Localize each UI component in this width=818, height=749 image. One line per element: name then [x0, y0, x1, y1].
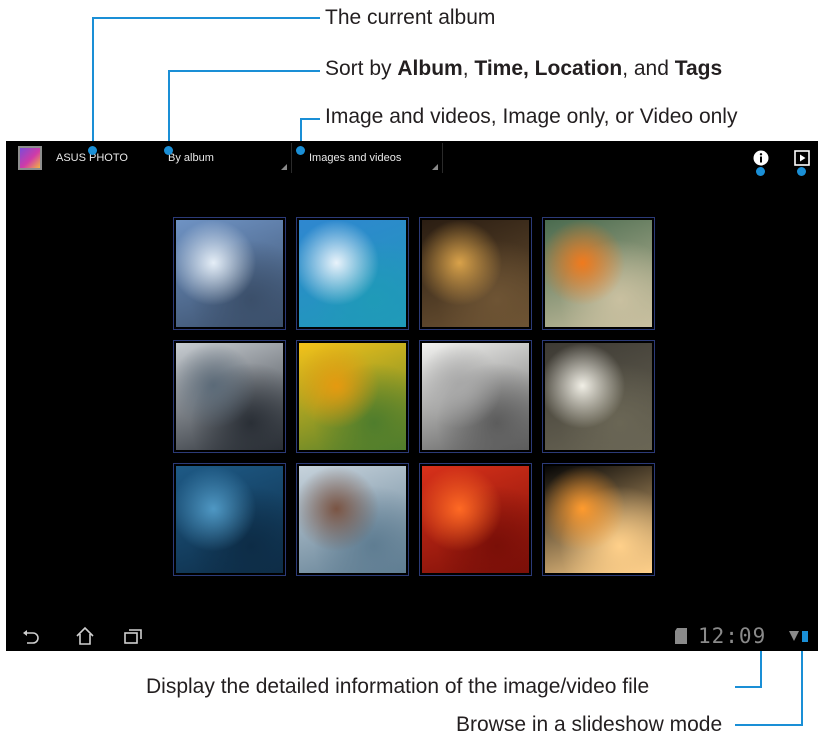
- callout-dot-filter: [296, 146, 305, 155]
- photo-image: [422, 466, 529, 573]
- callout-details: Display the detailed information of the …: [146, 675, 650, 698]
- back-icon[interactable]: [20, 625, 42, 647]
- callout-current-album: The current album: [325, 6, 496, 29]
- callout-dot-album: [88, 146, 97, 155]
- media-filter-spinner[interactable]: Images and videos: [301, 143, 443, 173]
- home-icon[interactable]: [74, 625, 96, 647]
- sort-time-location-bold: Time, Location: [474, 57, 623, 80]
- photo-thumbnail[interactable]: [296, 463, 409, 576]
- callout-slideshow: Browse in a slideshow mode: [456, 713, 723, 736]
- photo-image: [299, 466, 406, 573]
- photo-image: [299, 220, 406, 327]
- callout-filter: Image and videos, Image only, or Video o…: [325, 105, 738, 128]
- spinner-corner-icon: [432, 164, 438, 170]
- callout-line-sort-v: [168, 70, 170, 151]
- callout-line-slideshow-h: [735, 724, 803, 726]
- wifi-battery-icon: [788, 628, 810, 644]
- photo-thumbnail[interactable]: [173, 217, 286, 330]
- callout-line-details-h: [735, 686, 762, 688]
- photo-image: [176, 466, 283, 573]
- photo-image: [545, 466, 652, 573]
- photo-thumbnail[interactable]: [542, 217, 655, 330]
- photo-thumbnail[interactable]: [419, 217, 532, 330]
- tablet-screen: ASUS PHOTO By album Images and videos 12…: [6, 141, 818, 651]
- sort-spinner[interactable]: By album: [160, 143, 292, 173]
- photo-image: [299, 343, 406, 450]
- status-clock: 12:09: [698, 624, 767, 648]
- spinner-corner-icon: [281, 164, 287, 170]
- photo-image: [422, 343, 529, 450]
- play-icon[interactable]: [794, 150, 810, 166]
- callout-dot-details: [756, 167, 765, 176]
- sort-spinner-label: By album: [168, 152, 214, 164]
- photo-image: [545, 343, 652, 450]
- photo-thumbnail[interactable]: [173, 463, 286, 576]
- callout-line-sort-h: [168, 70, 320, 72]
- callout-dot-sort: [164, 146, 173, 155]
- callout-line-album-v: [92, 17, 94, 151]
- recent-apps-icon[interactable]: [122, 625, 144, 647]
- media-filter-label: Images and videos: [309, 152, 402, 164]
- photo-thumbnail[interactable]: [173, 340, 286, 453]
- photo-image: [176, 343, 283, 450]
- photo-thumbnail[interactable]: [296, 340, 409, 453]
- photo-thumbnail[interactable]: [296, 217, 409, 330]
- asus-photo-app-icon[interactable]: [18, 146, 42, 170]
- photo-image: [422, 220, 529, 327]
- callout-sort-by: Sort by Album, Time, Location, and Tags: [325, 57, 723, 80]
- action-bar: ASUS PHOTO By album Images and videos: [6, 141, 818, 177]
- callout-line-filter-h: [300, 118, 320, 120]
- photo-thumbnail[interactable]: [419, 463, 532, 576]
- photo-image: [545, 220, 652, 327]
- photo-thumbnail[interactable]: [419, 340, 532, 453]
- photo-grid: [173, 217, 657, 579]
- info-icon[interactable]: [753, 150, 769, 166]
- system-nav-bar: 12:09: [6, 623, 818, 651]
- sort-tags-bold: Tags: [674, 57, 723, 80]
- photo-thumbnail[interactable]: [542, 340, 655, 453]
- callout-dot-slideshow: [797, 167, 806, 176]
- photo-thumbnail[interactable]: [542, 463, 655, 576]
- callout-line-album-h: [92, 17, 320, 19]
- photo-image: [176, 220, 283, 327]
- sort-album-bold: Album: [397, 57, 463, 80]
- sd-card-icon: [674, 627, 688, 645]
